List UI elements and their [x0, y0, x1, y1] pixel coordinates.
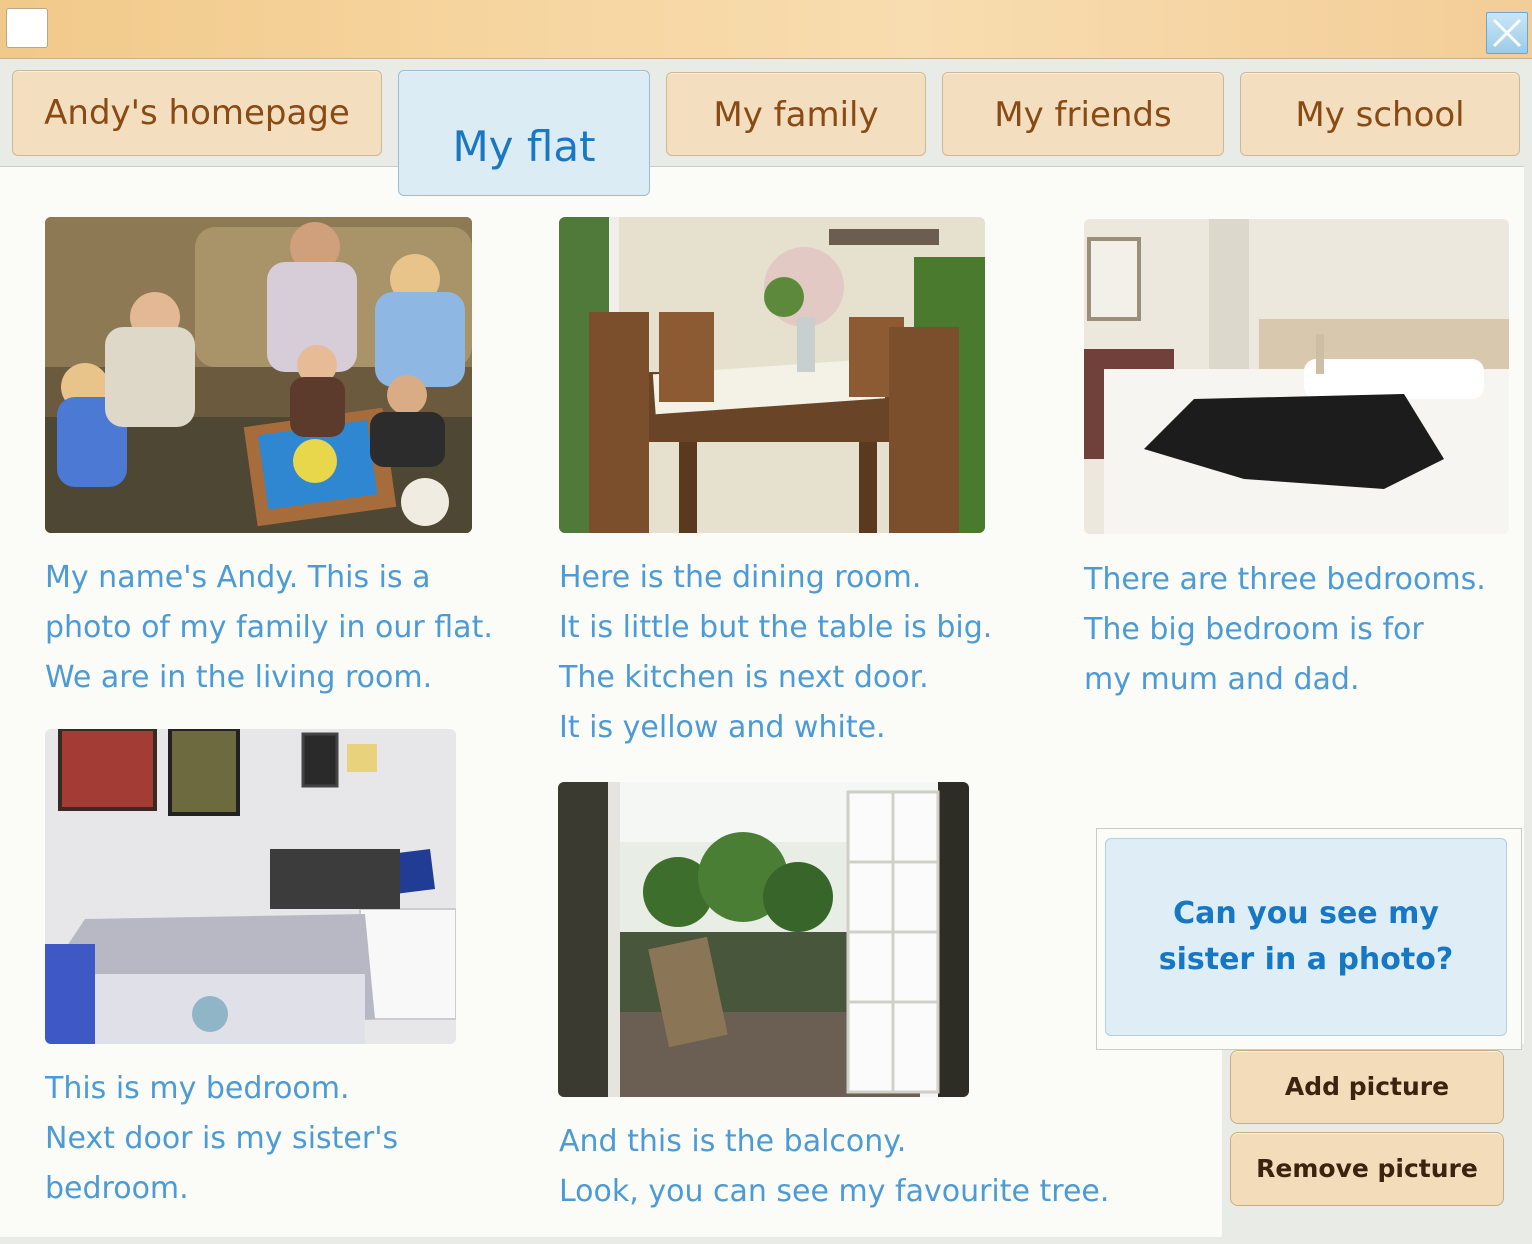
dining-room-photo[interactable] — [559, 217, 985, 533]
caption-line: Here is the dining room. — [559, 560, 922, 595]
tab-my-family[interactable]: My family — [666, 72, 926, 156]
family-living-room-photo[interactable] — [45, 217, 472, 533]
dining-photo-caption: Here is the dining room. It is little bu… — [559, 553, 992, 753]
parents-bedroom-caption: There are three bedrooms. The big bedroo… — [1084, 555, 1486, 705]
caption-line: My name's Andy. This is a — [45, 560, 431, 595]
window-icon[interactable] — [6, 8, 48, 48]
andys-bedroom-caption: This is my bedroom. Next door is my sist… — [45, 1064, 398, 1214]
caption-line: The big bedroom is for — [1084, 612, 1424, 647]
question-line-1: Can you see my — [1173, 896, 1439, 931]
andys-bedroom-photo[interactable] — [45, 729, 456, 1044]
title-bar — [0, 0, 1532, 59]
caption-line: my mum and dad. — [1084, 662, 1360, 697]
family-photo-caption: My name's Andy. This is a photo of my fa… — [45, 553, 493, 703]
caption-line: bedroom. — [45, 1171, 189, 1206]
caption-line: photo of my family in our flat. — [45, 610, 493, 645]
caption-line: There are three bedrooms. — [1084, 562, 1486, 597]
question-line-2: sister in a photo? — [1158, 942, 1454, 977]
tab-my-school[interactable]: My school — [1240, 72, 1520, 156]
tab-my-flat[interactable]: My flat — [398, 70, 650, 196]
remove-picture-button[interactable]: Remove picture — [1230, 1132, 1504, 1206]
close-button[interactable] — [1486, 12, 1528, 54]
balcony-photo[interactable] — [558, 782, 969, 1097]
caption-line: And this is the balcony. — [559, 1124, 907, 1159]
tab-andys-homepage[interactable]: Andy's homepage — [12, 70, 382, 156]
caption-line: It is yellow and white. — [559, 710, 886, 745]
close-icon — [1492, 18, 1522, 48]
balcony-caption: And this is the balcony. Look, you can s… — [559, 1117, 1109, 1217]
parents-bedroom-photo[interactable] — [1084, 219, 1509, 534]
question-box: Can you see my sister in a photo? — [1105, 838, 1507, 1036]
caption-line: It is little but the table is big. — [559, 610, 993, 645]
caption-line: The kitchen is next door. — [559, 660, 929, 695]
add-picture-button[interactable]: Add picture — [1230, 1050, 1504, 1124]
caption-line: Look, you can see my favourite tree. — [559, 1174, 1110, 1209]
caption-line: This is my bedroom. — [45, 1071, 350, 1106]
tab-my-friends[interactable]: My friends — [942, 72, 1224, 156]
caption-line: Next door is my sister's — [45, 1121, 399, 1156]
caption-line: We are in the living room. — [45, 660, 433, 695]
